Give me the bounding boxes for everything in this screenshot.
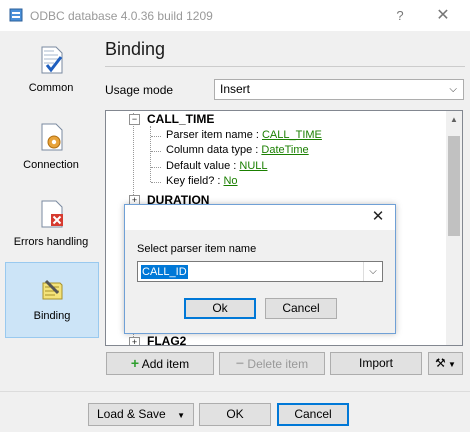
binding-pencil-icon xyxy=(42,279,63,300)
usage-mode-value: Insert xyxy=(220,82,251,96)
page-title: Binding xyxy=(105,39,166,59)
sidebar-item-binding[interactable]: Binding xyxy=(5,262,99,338)
cancel-button[interactable]: Cancel xyxy=(277,403,349,426)
title-bar: ODBC database 4.0.36 build 1209 ? ✕ xyxy=(0,0,470,31)
help-button[interactable]: ? xyxy=(385,5,415,27)
window-title: ODBC database 4.0.36 build 1209 xyxy=(30,9,213,23)
dialog-ok-button[interactable]: Ok xyxy=(184,298,256,319)
sidebar-item-connection[interactable]: Connection xyxy=(5,112,97,186)
footer-divider xyxy=(0,391,470,392)
tools-icon: ⚒ xyxy=(435,356,446,370)
tree-prop-column-data-type[interactable]: Column data type : DateTime xyxy=(166,144,309,156)
tree-node-flag2[interactable]: FLAG2 xyxy=(147,334,186,345)
ok-button[interactable]: OK xyxy=(199,403,271,426)
chevron-down-icon[interactable]: ⌵ xyxy=(363,262,382,281)
chevron-down-icon: ⌵ xyxy=(449,84,457,95)
dialog-close-button[interactable]: ✕ xyxy=(367,207,389,227)
tree-prop-key-field[interactable]: Key field? : No xyxy=(166,175,238,187)
delete-item-button[interactable]: − Delete item xyxy=(219,352,325,375)
usage-mode-select[interactable]: Insert ⌵ xyxy=(214,79,464,100)
title-divider xyxy=(105,66,465,67)
sidebar-item-label: Connection xyxy=(23,159,79,171)
dropdown-arrow-icon: ▼ xyxy=(177,411,185,420)
collapse-toggle[interactable]: − xyxy=(129,114,140,125)
document-gear-icon xyxy=(41,123,63,151)
document-error-icon xyxy=(41,200,63,228)
dialog-title-bar xyxy=(125,205,395,230)
tree-node-call-time[interactable]: CALL_TIME xyxy=(147,112,214,126)
load-save-button[interactable]: Load & Save ▼ xyxy=(88,403,194,426)
sidebar-item-label: Common xyxy=(28,82,74,94)
app-icon xyxy=(9,8,23,22)
load-save-label: Load & Save xyxy=(97,407,166,421)
add-item-button[interactable]: + Add item xyxy=(106,352,214,375)
dialog-label: Select parser item name xyxy=(137,243,257,255)
sidebar: Common Connection Errors handling Bindin… xyxy=(0,31,100,391)
add-item-label: Add item xyxy=(141,357,190,371)
tree-prop-parser-item[interactable]: Parser item name : CALL_TIME xyxy=(166,129,322,141)
close-window-button[interactable]: ✕ xyxy=(428,5,458,27)
parser-item-selected-value: CALL_ID xyxy=(141,265,188,279)
parser-item-combobox[interactable]: CALL_ID ⌵ xyxy=(137,261,383,282)
usage-mode-label: Usage mode xyxy=(105,83,174,97)
expand-toggle[interactable]: + xyxy=(129,337,140,345)
dialog-cancel-button[interactable]: Cancel xyxy=(265,298,337,319)
sidebar-item-common[interactable]: Common xyxy=(5,35,97,109)
scroll-up-arrow-icon[interactable]: ▲ xyxy=(446,112,462,128)
sidebar-item-label: Binding xyxy=(33,310,71,322)
minus-icon: − xyxy=(235,355,245,371)
document-check-icon xyxy=(41,46,63,74)
import-button[interactable]: Import xyxy=(330,352,422,375)
delete-item-label: Delete item xyxy=(247,357,309,371)
sidebar-item-label: Errors handling xyxy=(13,236,89,248)
scroll-thumb[interactable] xyxy=(448,136,460,236)
tools-menu-button[interactable]: ⚒ ▼ xyxy=(428,352,463,375)
plus-icon: + xyxy=(130,355,140,371)
tree-prop-default-value[interactable]: Default value : NULL xyxy=(166,160,268,172)
sidebar-item-errors-handling[interactable]: Errors handling xyxy=(5,189,97,263)
